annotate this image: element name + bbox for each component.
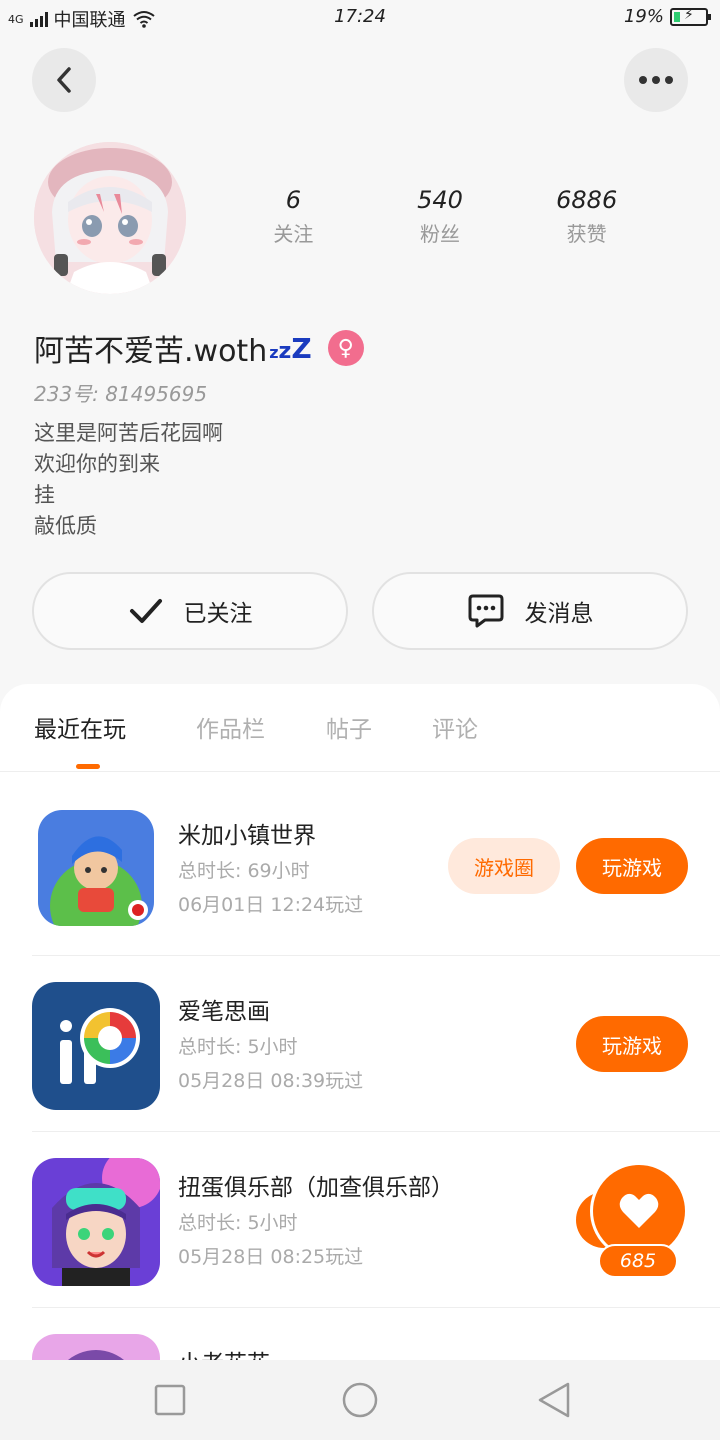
checkmark-icon — [129, 599, 162, 623]
game-row[interactable]: 米加小镇世界 总时长: 69小时 06月01日 12:24玩过 游戏圈 玩游戏 — [32, 780, 720, 956]
female-symbol-icon: ♀ — [327, 330, 364, 366]
profile-stats: 6 关注 540 粉丝 6886 获赞 — [220, 186, 660, 247]
tab-recently-played[interactable]: 最近在玩 — [34, 710, 126, 744]
recent-apps-icon[interactable] — [150, 1380, 190, 1420]
stat-following[interactable]: 6 关注 — [220, 186, 367, 247]
stat-value: 540 — [417, 186, 463, 214]
game-last-played: 06月01日 12:24玩过 — [178, 894, 364, 916]
bio: 这里是阿苦后花园啊 欢迎你的到来 挂 敲低质 — [34, 418, 223, 542]
bio-line: 这里是阿苦后花园啊 — [34, 421, 223, 445]
game-row[interactable]: 爱笔思画 总时长: 5小时 05月28日 08:39玩过 玩游戏 — [32, 956, 720, 1132]
home-icon[interactable] — [340, 1380, 380, 1420]
username-zzz: zzZ — [269, 331, 312, 365]
bio-line: 挂 — [34, 483, 55, 507]
stat-label: 获赞 — [566, 222, 607, 246]
game-icon-miga-town — [38, 810, 154, 926]
battery-icon: ⚡ — [670, 7, 711, 26]
username: 阿苦不爱苦.woth zzZ ♀ — [34, 326, 364, 370]
stat-likes[interactable]: 6886 获赞 — [513, 186, 660, 247]
back-button[interactable] — [32, 48, 96, 112]
stat-value: 6886 — [556, 186, 618, 214]
play-game-button[interactable]: 玩游戏 — [576, 838, 688, 894]
tab-posts[interactable]: 帖子 — [326, 710, 372, 744]
game-name: 扭蛋俱乐部（加查俱乐部） — [178, 1175, 454, 1201]
game-row[interactable]: 小老花花 — [32, 1308, 720, 1364]
game-name: 米加小镇世界 — [178, 823, 316, 849]
chat-bubble-icon — [468, 594, 503, 628]
user-id: 233号: 81495695 — [34, 382, 208, 406]
tab-bar: 最近在玩 作品栏 帖子 评论 — [0, 684, 720, 772]
like-count: 685 — [598, 1244, 678, 1278]
tab-comments[interactable]: 评论 — [432, 710, 478, 744]
avatar-illustration — [34, 142, 186, 294]
stat-value: 6 — [285, 186, 301, 214]
more-options-button[interactable] — [624, 48, 688, 112]
status-bar: 4G 中国联通 17:24 19% ⚡ — [0, 0, 720, 36]
back-nav-icon[interactable] — [534, 1380, 574, 1420]
game-duration: 总时长: 5小时 — [178, 1036, 298, 1058]
clock: 17:24 — [334, 6, 386, 27]
bio-line: 敲低质 — [34, 514, 97, 538]
chevron-left-icon — [57, 67, 71, 93]
following-button[interactable]: 已关注 — [32, 572, 348, 650]
more-dots-icon — [639, 76, 673, 84]
game-duration: 总时长: 69小时 — [178, 860, 310, 882]
avatar[interactable] — [34, 142, 186, 294]
game-duration: 总时长: 5小时 — [178, 1212, 298, 1234]
send-message-button[interactable]: 发消息 — [372, 572, 688, 650]
battery-percent: 19% — [623, 6, 664, 27]
username-text: 阿苦不爱苦.woth — [34, 334, 268, 369]
game-icon-ibispaint — [32, 982, 160, 1110]
system-nav-bar — [0, 1360, 720, 1440]
tab-works[interactable]: 作品栏 — [196, 710, 265, 744]
game-circle-button[interactable]: 游戏圈 — [448, 838, 560, 894]
heart-icon — [619, 1193, 659, 1228]
following-label: 已关注 — [183, 601, 253, 627]
game-last-played: 05月28日 08:39玩过 — [178, 1070, 364, 1092]
stat-label: 关注 — [273, 222, 314, 246]
bio-line: 欢迎你的到来 — [34, 452, 160, 476]
active-tab-indicator — [76, 764, 100, 769]
send-message-label: 发消息 — [524, 601, 594, 627]
play-game-button[interactable]: 玩游戏 — [576, 1016, 688, 1072]
stat-label: 粉丝 — [420, 222, 460, 246]
game-name: 爱笔思画 — [178, 999, 270, 1025]
game-last-played: 05月28日 08:25玩过 — [178, 1246, 364, 1268]
stat-fans[interactable]: 540 粉丝 — [367, 186, 514, 247]
game-icon-gacha-club — [32, 1158, 160, 1286]
